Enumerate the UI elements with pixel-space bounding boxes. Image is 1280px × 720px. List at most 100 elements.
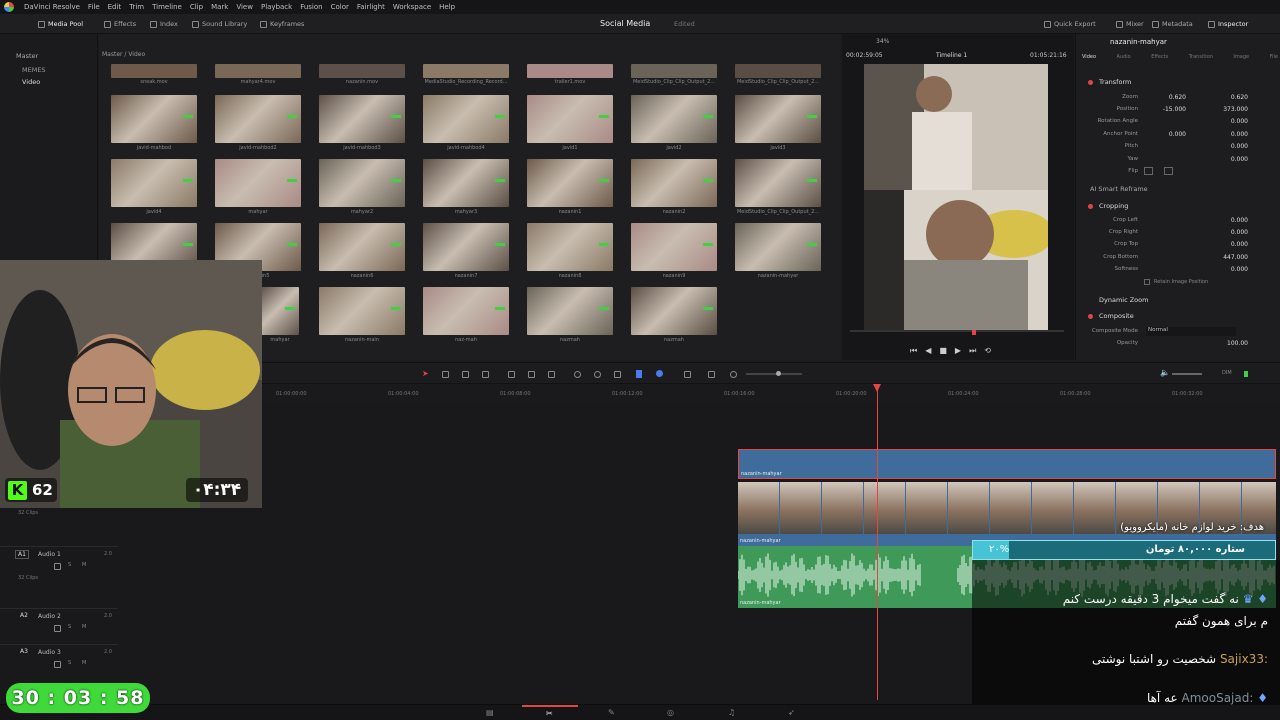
trim-tool-icon[interactable]: [442, 371, 449, 378]
menu-color[interactable]: Color: [331, 3, 349, 11]
clip-thumbnail[interactable]: [111, 95, 197, 143]
track-a1-name[interactable]: Audio 1: [38, 551, 61, 558]
bin-master[interactable]: Master: [16, 52, 38, 60]
playhead-handle-icon[interactable]: [873, 384, 881, 392]
overwrite-clip-icon[interactable]: [528, 371, 535, 378]
anchor-x[interactable]: 0.000: [1156, 131, 1186, 138]
fusion-page-icon[interactable]: ✎: [608, 708, 615, 717]
position-y[interactable]: 373.000: [1218, 106, 1248, 113]
rotation-value[interactable]: 0.000: [1218, 118, 1248, 125]
inspector-button[interactable]: Inspector: [1204, 18, 1252, 30]
clip-thumbnail[interactable]: [631, 64, 717, 78]
clip-thumbnail[interactable]: [215, 159, 301, 207]
clip-thumbnail[interactable]: [319, 287, 405, 335]
tab-video[interactable]: Video: [1082, 54, 1096, 60]
flip-vertical-icon[interactable]: [1164, 167, 1173, 175]
clip-thumbnail[interactable]: [261, 287, 299, 335]
zoom-detail-icon[interactable]: [708, 371, 715, 378]
composite-enable-icon[interactable]: [1088, 314, 1093, 319]
clip-thumbnail[interactable]: [215, 95, 301, 143]
clip-thumbnail[interactable]: [735, 159, 821, 207]
chat-username[interactable]: AmooSajad:: [1182, 691, 1254, 705]
zoom-custom-icon[interactable]: [730, 371, 737, 378]
clip-thumbnail[interactable]: [111, 159, 197, 207]
tab-transition[interactable]: Transition: [1189, 54, 1213, 60]
menu-help[interactable]: Help: [439, 3, 455, 11]
tab-image[interactable]: Image: [1233, 54, 1249, 60]
index-button[interactable]: Index: [146, 18, 182, 30]
cropping-title[interactable]: Cropping: [1099, 202, 1128, 210]
clip-thumbnail[interactable]: [215, 64, 301, 78]
track-a1-id[interactable]: A1: [15, 550, 29, 559]
track-a2-lock-icon[interactable]: [54, 625, 61, 632]
zoom-x[interactable]: 0.620: [1156, 94, 1186, 101]
track-a1-solo-icon[interactable]: S: [68, 562, 71, 568]
mixer-button[interactable]: Mixer: [1112, 18, 1148, 30]
stop-icon[interactable]: ■: [939, 346, 947, 356]
crop-top-value[interactable]: 0.000: [1218, 241, 1248, 248]
sound-library-button[interactable]: Sound Library: [188, 18, 251, 30]
track-a3-name[interactable]: Audio 3: [38, 649, 61, 656]
zoom-full-icon[interactable]: [684, 371, 691, 378]
tab-audio[interactable]: Audio: [1117, 54, 1131, 60]
menu-fusion[interactable]: Fusion: [300, 3, 322, 11]
track-a3-lock-icon[interactable]: [54, 661, 61, 668]
deliver-page-icon[interactable]: ➶: [788, 708, 795, 717]
clip-thumbnail[interactable]: [527, 287, 613, 335]
flag-icon[interactable]: [636, 370, 642, 378]
menu-file[interactable]: File: [88, 3, 100, 11]
track-a1-lock-icon[interactable]: [54, 563, 61, 570]
color-page-icon[interactable]: ◎: [667, 708, 674, 717]
clip-thumbnail[interactable]: [423, 64, 509, 78]
timeline-playhead[interactable]: [877, 386, 878, 700]
menu-trim[interactable]: Trim: [129, 3, 144, 11]
clip-thumbnail[interactable]: [111, 64, 197, 78]
clip-thumbnail[interactable]: [423, 223, 509, 271]
clip-thumbnail[interactable]: [319, 223, 405, 271]
position-x[interactable]: -15.000: [1156, 106, 1186, 113]
cropping-enable-icon[interactable]: [1088, 204, 1093, 209]
tab-effects[interactable]: Effects: [1151, 54, 1168, 60]
ai-smart-reframe[interactable]: AI Smart Reframe: [1090, 185, 1148, 193]
transform-enable-icon[interactable]: [1088, 80, 1093, 85]
master-volume-slider[interactable]: [1172, 373, 1202, 375]
dim-button[interactable]: DIM: [1222, 370, 1232, 376]
clip-thumbnail[interactable]: [631, 287, 717, 335]
clip-thumbnail[interactable]: [423, 95, 509, 143]
anchor-y[interactable]: 0.000: [1218, 131, 1248, 138]
chat-username[interactable]: Sajix33:: [1220, 652, 1268, 666]
dynamic-zoom-title[interactable]: Dynamic Zoom: [1099, 296, 1148, 304]
track-a1-mute-icon[interactable]: M: [82, 562, 86, 568]
viewer-zoom[interactable]: 34%: [876, 38, 889, 45]
viewer-scrubber[interactable]: [850, 327, 1064, 335]
bin-memes[interactable]: MEMES: [22, 66, 46, 74]
softness-value[interactable]: 0.000: [1218, 266, 1248, 273]
tab-file[interactable]: File: [1270, 54, 1278, 60]
clip-thumbnail[interactable]: [735, 95, 821, 143]
clip-thumbnail[interactable]: [527, 95, 613, 143]
media-pool-button[interactable]: Media Pool: [34, 18, 87, 30]
dynamic-trim-icon[interactable]: [462, 371, 469, 378]
timeline-zoom-knob[interactable]: [776, 371, 781, 376]
snapping-icon[interactable]: [574, 371, 581, 378]
loop-icon[interactable]: ⟲: [984, 346, 991, 356]
fairlight-page-icon[interactable]: ♫: [728, 708, 735, 717]
menu-edit[interactable]: Edit: [108, 3, 122, 11]
clip-thumbnail[interactable]: [423, 287, 509, 335]
clip-thumbnail[interactable]: [735, 223, 821, 271]
play-icon[interactable]: ▶: [955, 346, 961, 356]
track-a2-name[interactable]: Audio 2: [38, 613, 61, 620]
retain-image-checkbox[interactable]: [1144, 279, 1150, 285]
clip-thumbnail[interactable]: [423, 159, 509, 207]
zoom-y[interactable]: 0.620: [1218, 94, 1248, 101]
edit-page-tab[interactable]: ✂: [522, 705, 578, 720]
menu-fairlight[interactable]: Fairlight: [357, 3, 385, 11]
menu-workspace[interactable]: Workspace: [393, 3, 431, 11]
quick-export-button[interactable]: Quick Export: [1040, 18, 1100, 30]
track-a2-solo-icon[interactable]: S: [68, 624, 71, 630]
crop-bottom-value[interactable]: 447.000: [1218, 254, 1248, 261]
viewer-timeline-name[interactable]: Timeline 1: [936, 52, 967, 59]
selection-tool-icon[interactable]: ➤: [422, 369, 429, 378]
clip-thumbnail[interactable]: [319, 159, 405, 207]
insert-clip-icon[interactable]: [508, 371, 515, 378]
